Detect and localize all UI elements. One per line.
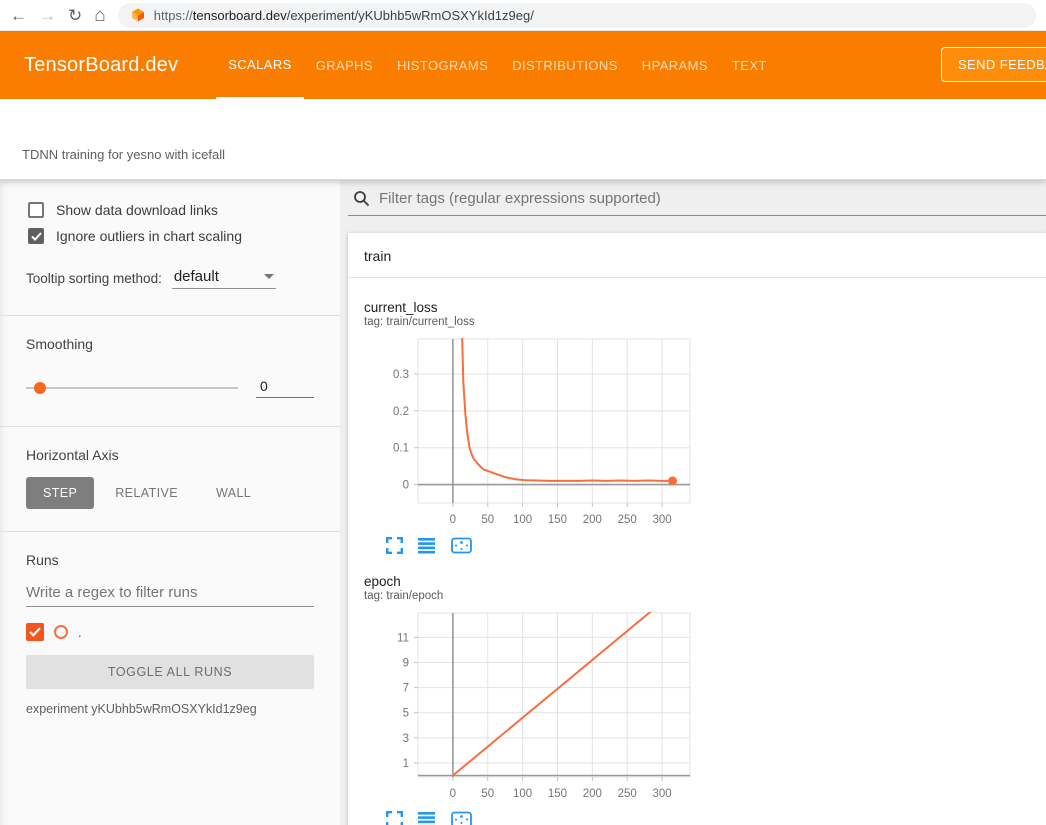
expand-chart-icon[interactable] <box>386 811 403 825</box>
run-row: . <box>26 623 314 641</box>
tab-scalars[interactable]: SCALARS <box>216 31 304 99</box>
fit-domain-icon[interactable] <box>451 537 472 554</box>
experiment-strip: TDNN training for yesno with icefall <box>0 99 1046 180</box>
show-download-links-checkbox-row[interactable]: Show data download links <box>28 202 314 218</box>
run-name: . <box>78 625 82 640</box>
svg-text:50: 50 <box>481 788 494 800</box>
svg-text:250: 250 <box>618 514 637 526</box>
chevron-down-icon <box>264 274 274 279</box>
run-table-icon[interactable] <box>418 811 436 825</box>
send-feedback-button[interactable]: SEND FEEDBACK <box>941 47 1046 82</box>
tab-hparams[interactable]: HPARAMS <box>630 31 720 99</box>
svg-text:150: 150 <box>548 788 567 800</box>
charts-grid: current_loss tag: train/current_loss 050… <box>348 278 1046 825</box>
svg-text:300: 300 <box>653 788 672 800</box>
ignore-outliers-checkbox-row[interactable]: Ignore outliers in chart scaling <box>28 228 314 244</box>
ignore-outliers-label: Ignore outliers in chart scaling <box>56 228 242 244</box>
svg-text:100: 100 <box>513 514 532 526</box>
svg-text:150: 150 <box>548 514 567 526</box>
tab-text[interactable]: TEXT <box>720 31 779 99</box>
fit-domain-icon[interactable] <box>451 811 472 825</box>
tooltip-sorting-select[interactable]: default <box>172 268 276 289</box>
svg-text:0: 0 <box>450 788 456 800</box>
chart-toolbar <box>364 537 694 554</box>
chart-plot[interactable]: 0 50 100 150 200 250 300 1 3 5 7 9 11 <box>364 609 694 805</box>
expand-chart-icon[interactable] <box>386 537 403 554</box>
nav-tabs: SCALARS GRAPHS HISTOGRAMS DISTRIBUTIONS … <box>216 31 779 99</box>
run-color-swatch-icon[interactable] <box>54 625 68 639</box>
filter-tags-row <box>348 184 1046 216</box>
forward-icon[interactable]: → <box>39 7 56 24</box>
chart-toolbar <box>364 811 694 825</box>
haxis-wall-button[interactable]: WALL <box>199 477 268 509</box>
svg-text:100: 100 <box>513 788 532 800</box>
svg-text:0: 0 <box>403 480 409 492</box>
tab-histograms[interactable]: HISTOGRAMS <box>385 31 500 99</box>
svg-text:1: 1 <box>403 758 409 770</box>
address-bar[interactable]: https://tensorboard.dev/experiment/yKUbh… <box>118 3 1036 28</box>
svg-text:0.1: 0.1 <box>393 443 409 455</box>
svg-text:11: 11 <box>397 632 409 644</box>
tab-graphs[interactable]: GRAPHS <box>304 31 385 99</box>
horizontal-axis-label: Horizontal Axis <box>26 447 314 463</box>
sidebar-divider <box>0 531 340 532</box>
tooltip-sorting-label: Tooltip sorting method: <box>26 271 162 289</box>
tensorboard-logo: TensorBoard.dev <box>24 54 178 77</box>
svg-text:50: 50 <box>481 514 494 526</box>
tensorboard-favicon <box>130 7 146 23</box>
main-panel: train current_loss tag: train/current_lo… <box>340 180 1046 825</box>
home-icon[interactable]: ⌂ <box>94 6 105 25</box>
chart-epoch: epoch tag: train/epoch 0 50 100 150 200 250 30… <box>364 574 694 825</box>
svg-text:7: 7 <box>403 683 409 695</box>
svg-text:200: 200 <box>583 514 602 526</box>
haxis-relative-button[interactable]: RELATIVE <box>98 477 195 509</box>
svg-text:0.2: 0.2 <box>393 406 409 418</box>
tab-distributions[interactable]: DISTRIBUTIONS <box>500 31 630 99</box>
slider-thumb[interactable] <box>34 382 46 394</box>
settings-sidebar: Show data download links Ignore outliers… <box>0 180 340 825</box>
refresh-icon[interactable]: ↻ <box>68 7 82 24</box>
smoothing-label: Smoothing <box>26 336 314 352</box>
experiment-description: TDNN training for yesno with icefall <box>22 147 1046 162</box>
svg-text:200: 200 <box>583 788 602 800</box>
runs-label: Runs <box>26 552 314 568</box>
chart-tag: tag: train/current_loss <box>364 316 694 328</box>
haxis-step-button[interactable]: STEP <box>26 477 94 509</box>
sidebar-divider <box>0 315 340 316</box>
search-icon <box>353 190 370 207</box>
filter-tags-input[interactable] <box>379 190 1046 207</box>
svg-text:3: 3 <box>403 733 409 745</box>
experiment-id-caption: experiment yKUbhb5wRmOSXYkId1z9eg <box>26 702 314 716</box>
sidebar-divider <box>0 426 340 427</box>
run-checkbox-checked-icon[interactable] <box>26 623 44 641</box>
chart-plot[interactable]: 0 50 100 150 200 250 300 0 0.1 0.2 0.3 <box>364 335 694 531</box>
svg-text:250: 250 <box>618 788 637 800</box>
chart-title: current_loss <box>364 300 694 315</box>
show-download-links-label: Show data download links <box>56 202 218 218</box>
toggle-all-runs-button[interactable]: TOGGLE ALL RUNS <box>26 655 314 689</box>
svg-text:5: 5 <box>403 708 409 720</box>
browser-toolbar: ← → ↻ ⌂ https://tensorboard.dev/experime… <box>0 0 1046 31</box>
back-icon[interactable]: ← <box>10 7 27 24</box>
checkbox-checked-icon[interactable] <box>28 228 44 244</box>
train-group-card: train current_loss tag: train/current_lo… <box>348 233 1046 825</box>
app-header: TensorBoard.dev SCALARS GRAPHS HISTOGRAM… <box>0 31 1046 99</box>
run-table-icon[interactable] <box>418 537 436 554</box>
runs-regex-input[interactable] <box>26 578 314 607</box>
smoothing-slider[interactable] <box>26 387 238 389</box>
chart-tag: tag: train/epoch <box>364 590 694 602</box>
svg-text:300: 300 <box>653 514 672 526</box>
train-group-header[interactable]: train <box>348 233 1046 278</box>
smoothing-value-field[interactable]: 0 <box>256 378 314 398</box>
chart-current-loss: current_loss tag: train/current_loss 0 50… <box>364 300 694 554</box>
tooltip-sorting-value: default <box>174 268 219 285</box>
chart-title: epoch <box>364 574 694 589</box>
url-text: https://tensorboard.dev/experiment/yKUbh… <box>154 8 534 23</box>
checkbox-unchecked-icon[interactable] <box>28 202 44 218</box>
svg-text:0: 0 <box>450 514 456 526</box>
svg-text:0.3: 0.3 <box>393 369 409 381</box>
svg-text:9: 9 <box>403 657 409 669</box>
